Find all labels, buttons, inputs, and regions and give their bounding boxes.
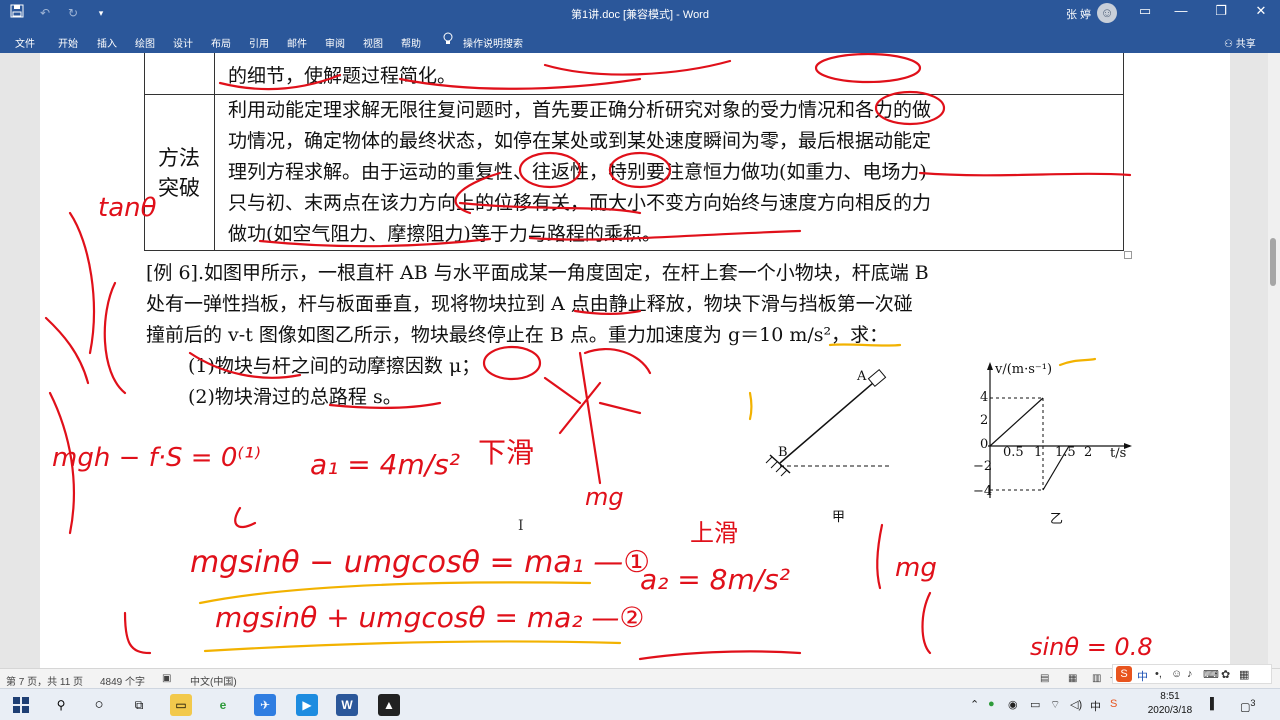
tray-app-icon[interactable]: ◉: [1008, 698, 1018, 711]
notification-icon[interactable]: ▢3: [1240, 698, 1256, 714]
windows-start-icon[interactable]: [10, 694, 32, 716]
ime-chinese-mode[interactable]: 中: [1137, 668, 1148, 684]
tab-file[interactable]: 文件: [15, 35, 35, 50]
ink-sin-value: sinθ = 0.8: [1030, 633, 1153, 661]
page-count[interactable]: 第 7 页，共 11 页: [6, 673, 83, 688]
tray-volume-icon[interactable]: ◁): [1070, 698, 1082, 711]
status-bar: 第 7 页，共 11 页 4849 个字 ▣ 中文(中国) ▤ ▦ ▥ − +: [0, 668, 1280, 688]
tab-help[interactable]: 帮助: [401, 35, 421, 50]
tab-view[interactable]: 视图: [363, 35, 383, 50]
video-app-icon[interactable]: ▶: [296, 694, 318, 716]
tab-draw[interactable]: 绘图: [135, 35, 155, 50]
clock-date: 2020/3/18: [1147, 705, 1193, 716]
tab-home[interactable]: 开始: [58, 35, 78, 50]
ink-down-slide: 下滑: [478, 436, 535, 469]
sogou-icon[interactable]: S: [1116, 666, 1132, 682]
ime-keyboard-icon[interactable]: ⌨: [1203, 668, 1219, 681]
ink-energy-equation: mgh − f·S = 0⁽¹⁾: [52, 443, 261, 473]
title-bar: ↶ ↻ ▾ 第1讲.doc [兼容模式] - Word 张 婷 ☺ ▭ — ❐ …: [0, 0, 1280, 27]
tell-me-search[interactable]: 操作说明搜索: [463, 35, 523, 50]
ink-equation-2: mgsinθ + umgcosθ = ma₂ —②: [215, 601, 645, 634]
document-page[interactable]: 的细节，使解题过程简化。 方法 突破 利用动能定理求解无限往复问题时，首先要正确…: [40, 53, 1230, 668]
tab-references[interactable]: 引用: [249, 35, 269, 50]
language[interactable]: 中文(中国): [190, 673, 237, 688]
tab-layout[interactable]: 布局: [211, 35, 231, 50]
lightbulb-icon: [443, 32, 453, 44]
photos-app-icon[interactable]: ▲: [378, 694, 400, 716]
ink-top-note: tanθ: [98, 193, 157, 223]
web-layout-icon[interactable]: ▥: [1092, 673, 1101, 684]
ime-emoji-icon[interactable]: ☺: [1171, 668, 1182, 680]
close-button[interactable]: ✕: [1246, 3, 1276, 19]
ink-up-slide: 上滑: [690, 519, 738, 547]
tray-security-icon[interactable]: ●: [988, 698, 995, 710]
tab-insert[interactable]: 插入: [97, 35, 117, 50]
user-name[interactable]: 张 婷: [1066, 6, 1091, 22]
task-view-icon[interactable]: ⧉: [128, 694, 150, 716]
search-icon[interactable]: ⚲: [50, 694, 72, 716]
taskbar: ⚲ ○ ⧉ ▭ e ✈ ▶ W ▲ ⌃ ● ◉ ▭ ⌔ ◁) 中 S 8:51 …: [0, 688, 1280, 720]
share-label: 共享: [1235, 39, 1256, 50]
ime-tools-icon[interactable]: ▦: [1239, 668, 1249, 681]
tray-expand-icon[interactable]: ⌃: [970, 698, 979, 711]
minimize-button[interactable]: —: [1166, 3, 1196, 18]
cortana-icon[interactable]: ○: [88, 694, 110, 716]
share-button[interactable]: ⚇ 共享: [1224, 35, 1256, 50]
ime-voice-icon[interactable]: ♪: [1187, 668, 1193, 680]
ink-a1: a₁ = 4m/s²: [310, 448, 460, 481]
tab-design[interactable]: 设计: [173, 35, 193, 50]
vertical-scrollbar[interactable]: [1268, 53, 1280, 668]
browser-icon[interactable]: e: [212, 694, 234, 716]
ime-toolbar: S 中 •, ☺ ♪ ⌨ ✿ ▦: [1112, 664, 1272, 684]
scrollbar-thumb[interactable]: [1270, 238, 1276, 286]
restore-button[interactable]: ❐: [1206, 3, 1236, 19]
ink-mg-2: mg: [895, 553, 937, 583]
feishu-app-icon[interactable]: ✈: [254, 694, 276, 716]
word-count[interactable]: 4849 个字: [100, 673, 145, 688]
file-explorer-icon[interactable]: ▭: [170, 694, 192, 716]
ribbon-tabs: 文件 开始 插入 绘图 设计 布局 引用 邮件 审阅 视图 帮助 操作说明搜索 …: [0, 27, 1280, 53]
tray-show-desktop-icon[interactable]: ▌: [1210, 698, 1218, 710]
read-mode-icon[interactable]: ▤: [1040, 673, 1049, 684]
tray-wifi-icon[interactable]: ⌔: [1050, 698, 1060, 712]
ink-mg-1: mg: [585, 483, 624, 511]
ink-a2: a₂ = 8m/s²: [640, 563, 790, 596]
ime-skin-icon[interactable]: ✿: [1221, 668, 1230, 681]
word-app-icon[interactable]: W: [336, 694, 358, 716]
avatar[interactable]: ☺: [1097, 3, 1117, 23]
ime-punct-icon[interactable]: •,: [1155, 668, 1162, 680]
tab-mailings[interactable]: 邮件: [287, 35, 307, 50]
text-cursor: I: [518, 518, 524, 534]
proofing-icon[interactable]: ▣: [162, 673, 171, 684]
ink-equation-1: mgsinθ − umgcosθ = ma₁ —①: [190, 545, 651, 580]
tray-network-icon[interactable]: ▭: [1030, 698, 1040, 711]
print-layout-icon[interactable]: ▦: [1068, 673, 1077, 684]
person-icon: ⚇: [1224, 39, 1236, 50]
tray-input-lang[interactable]: 中: [1090, 698, 1101, 714]
notification-count: 3: [1250, 698, 1256, 708]
system-clock[interactable]: 8:51 2020/3/18: [1135, 690, 1205, 718]
tab-review[interactable]: 审阅: [325, 35, 345, 50]
ribbon-display-options-button[interactable]: ▭: [1130, 3, 1160, 19]
clock-time: 8:51: [1160, 691, 1180, 702]
tray-ime-icon[interactable]: S: [1110, 698, 1117, 710]
